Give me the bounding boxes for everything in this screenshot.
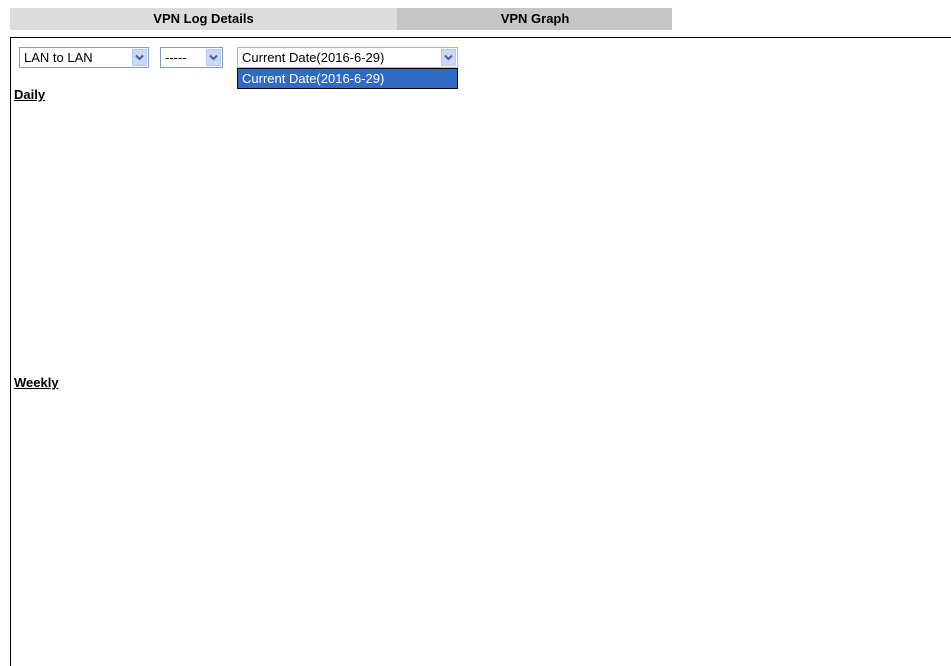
tab-bar: VPN Log Details VPN Graph: [10, 8, 672, 30]
weekly-section-title: Weekly: [14, 375, 59, 390]
date-dropdown-list: Current Date(2016-6-29): [237, 68, 458, 89]
chevron-down-icon[interactable]: [132, 49, 147, 66]
connection-type-select[interactable]: LAN to LAN: [19, 47, 149, 68]
profile-name-value: -----: [165, 50, 187, 65]
tab-vpn-graph[interactable]: VPN Graph: [398, 8, 672, 30]
date-select[interactable]: Current Date(2016-6-29): [237, 47, 458, 68]
connection-type-value: LAN to LAN: [24, 50, 93, 65]
date-option[interactable]: Current Date(2016-6-29): [238, 69, 457, 88]
date-select-value: Current Date(2016-6-29): [242, 50, 385, 65]
chevron-down-icon[interactable]: [206, 49, 221, 66]
graph-panel: LAN to LAN ----- Current Date(2016-6-29)…: [10, 37, 951, 666]
daily-section-title: Daily: [14, 87, 46, 102]
chevron-down-icon[interactable]: [441, 49, 456, 66]
profile-name-select[interactable]: -----: [160, 47, 223, 68]
tab-vpn-log-details[interactable]: VPN Log Details: [10, 8, 398, 30]
